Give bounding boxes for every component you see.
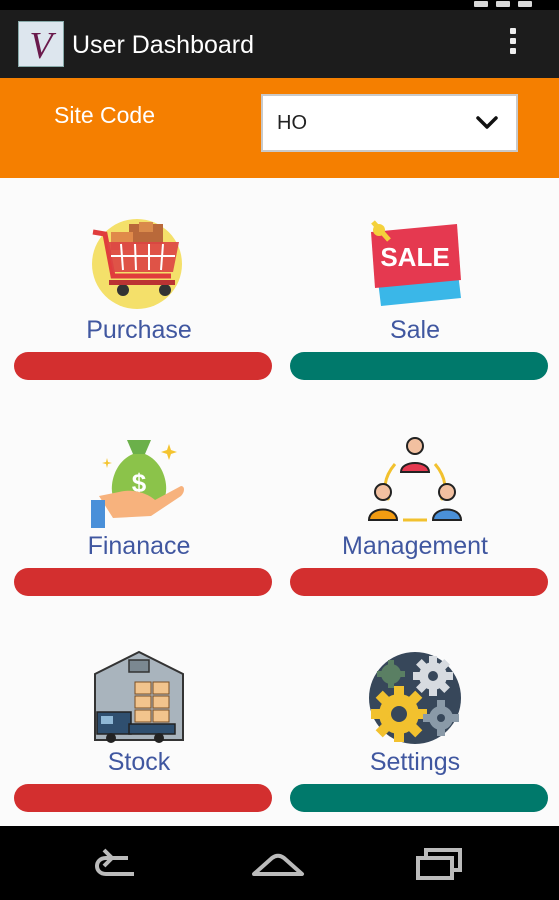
app-logo: V <box>18 21 64 67</box>
tile-bar <box>290 784 548 812</box>
tile-finance[interactable]: $ Finanace <box>4 394 274 610</box>
battery-icon <box>518 1 532 7</box>
system-nav-bar <box>0 826 559 900</box>
tile-bar <box>290 568 548 596</box>
wifi-icon <box>496 1 510 7</box>
chevron-down-icon <box>476 116 498 129</box>
tile-label: Settings <box>369 748 461 776</box>
team-cycle-icon <box>367 437 463 522</box>
gears-icon <box>369 652 461 744</box>
tile-purchase[interactable]: Purchase <box>4 178 274 394</box>
money-bag-hand-icon: $ <box>91 440 184 528</box>
tile-label: Stock <box>107 748 171 776</box>
app-bar: V User Dashboard <box>0 10 559 78</box>
dashboard-grid: Purchase SALE Sale $ Finanace Management… <box>0 178 559 826</box>
signal-icon <box>474 1 488 7</box>
tile-label: Management <box>342 532 488 560</box>
tile-label: Sale <box>389 316 441 344</box>
shopping-cart-icon <box>92 219 182 309</box>
tile-sale[interactable]: SALE Sale <box>280 178 550 394</box>
sale-tag-icon: SALE <box>371 220 461 306</box>
overflow-menu-icon[interactable] <box>504 28 522 60</box>
warehouse-truck-icon <box>94 650 184 743</box>
back-icon[interactable] <box>88 844 148 884</box>
site-code-label: Site Code <box>54 102 156 128</box>
status-bar <box>0 0 559 10</box>
site-code-bar: Site Code HO <box>0 78 559 178</box>
site-code-select[interactable]: HO <box>261 94 518 152</box>
home-icon[interactable] <box>248 844 308 884</box>
tile-bar <box>14 784 272 812</box>
tile-bar <box>14 352 272 380</box>
recents-icon[interactable] <box>408 844 468 884</box>
tile-bar <box>14 568 272 596</box>
tile-settings[interactable]: Settings <box>280 610 550 826</box>
svg-text:V: V <box>29 25 56 66</box>
tile-label: Purchase <box>86 316 192 344</box>
site-code-value: HO <box>277 112 307 134</box>
tile-label: Finanace <box>87 532 191 560</box>
tile-stock[interactable]: Stock <box>4 610 274 826</box>
svg-text:SALE: SALE <box>380 242 449 272</box>
tile-management[interactable]: Management <box>280 394 550 610</box>
tile-bar <box>290 352 548 380</box>
page-title: User Dashboard <box>72 31 255 59</box>
